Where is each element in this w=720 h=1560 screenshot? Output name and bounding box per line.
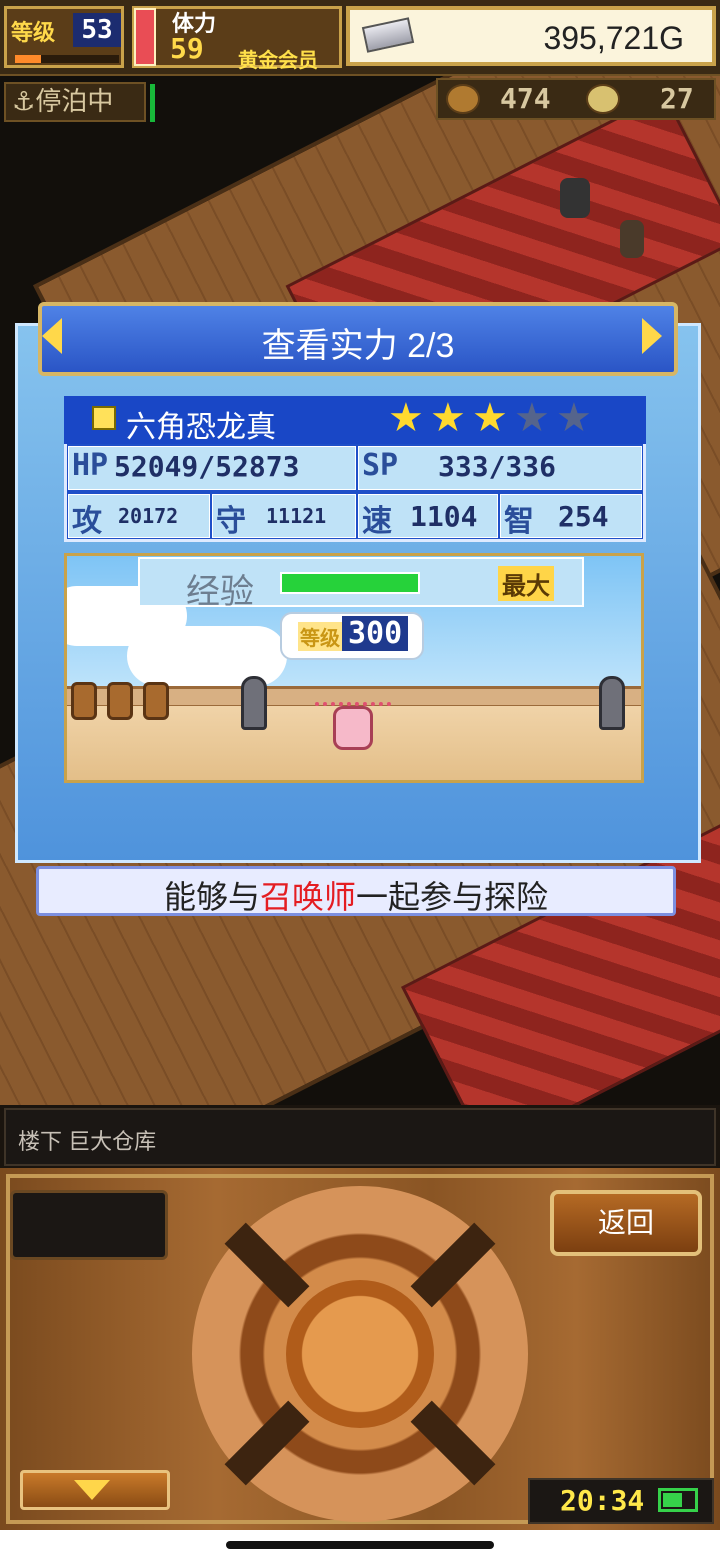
anchor-icon: ⚓ <box>12 87 36 117</box>
exp-max-badge: 最大 <box>498 566 554 601</box>
battery-fill <box>663 1493 683 1507</box>
character-level-value: 300 <box>342 616 409 651</box>
rarity-stars: ★ ★ ★ ★ ★ <box>388 395 608 441</box>
dialog-title: 查看实力 2/3 <box>261 327 455 365</box>
level-value: 53 <box>73 13 121 47</box>
character-level-label: 等级 <box>298 622 342 651</box>
home-indicator[interactable] <box>226 1541 494 1549</box>
barrel <box>143 682 169 720</box>
star-filled-icon: ★ <box>430 395 466 441</box>
star-filled-icon: ★ <box>472 395 508 441</box>
gold-member-badge: 黄金会员 <box>238 48 318 72</box>
character-name: 六角恐龙真 <box>126 411 276 444</box>
element-icon <box>92 406 116 430</box>
npc-sprite <box>560 178 590 218</box>
hp-label: HP <box>72 448 109 483</box>
exp-bar-fill <box>282 574 418 592</box>
dpad-center-button[interactable] <box>286 1280 434 1428</box>
atk-value: 20172 <box>118 504 179 528</box>
caption-highlight: 召唤师 <box>259 879 356 915</box>
level-label: 等级 <box>11 21 56 46</box>
dock-indicator <box>150 84 155 122</box>
caption-after: 一起参与探险 <box>356 879 549 915</box>
battery-icon <box>658 1488 698 1512</box>
dock-status-label: 停泊中 <box>35 87 114 117</box>
caption-before: 能够与 <box>163 879 260 915</box>
axolotl-gills <box>315 702 391 720</box>
spd-label: 速 <box>362 504 392 539</box>
medal-icon <box>586 84 620 114</box>
exp-label: 经验 <box>186 573 254 611</box>
cloud <box>127 626 287 686</box>
sp-value: 333/336 <box>438 450 557 483</box>
level-xp-bar <box>15 55 119 63</box>
star-filled-icon: ★ <box>388 395 424 441</box>
def-label: 守 <box>216 504 246 539</box>
cannon <box>241 676 267 730</box>
info-panel <box>10 1190 168 1260</box>
atk-label: 攻 <box>72 504 102 539</box>
int-value: 254 <box>558 500 609 533</box>
stamina-value: 59 <box>170 32 204 65</box>
food-sack-icon <box>446 84 480 114</box>
dock-status: ⚓停泊中 <box>4 82 146 122</box>
sp-label: SP <box>362 448 399 483</box>
barrel <box>71 682 97 720</box>
cannon <box>599 676 625 730</box>
player-level-box: 等级 53 <box>4 6 124 68</box>
gold-value: 395,721G <box>543 20 684 56</box>
resource-1-value: 474 <box>500 82 551 115</box>
star-empty-icon: ★ <box>556 395 592 441</box>
clock-text: 20:34 <box>560 1484 645 1517</box>
back-button[interactable]: 返回 <box>550 1190 702 1256</box>
int-label: 智 <box>504 504 534 539</box>
def-value: 11121 <box>266 504 327 528</box>
star-empty-icon: ★ <box>514 395 550 441</box>
hp-value: 52049/52873 <box>114 450 300 483</box>
barrel <box>107 682 133 720</box>
level-xp-fill <box>15 55 41 63</box>
arrow-down-icon <box>74 1480 110 1500</box>
npc-sprite <box>620 220 644 258</box>
location-text: 楼下 巨大仓库 <box>18 1129 157 1154</box>
stamina-gauge <box>134 8 156 66</box>
resource-2-value: 27 <box>660 82 694 115</box>
spd-value: 1104 <box>410 500 478 533</box>
character-description: 能够与召唤师一起参与探险 <box>36 872 676 918</box>
exp-bar <box>280 572 420 594</box>
